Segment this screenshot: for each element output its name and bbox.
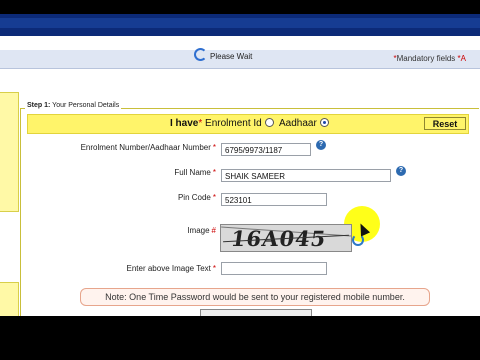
required-marker: * [212,264,216,273]
enrolment-label: Enrolment Number/Aadhaar Number * [40,143,216,152]
fullname-field[interactable]: SHAIK SAMEER [221,169,391,182]
image-label-text: Image [187,226,210,235]
pincode-label: Pin Code * [100,193,216,202]
fullname-label: Full Name * [100,168,216,177]
required-marker: * [212,143,216,152]
help-icon[interactable]: ? [316,140,326,150]
step-number: Step 1: [27,102,51,109]
step-title: Your Personal Details [50,102,120,109]
image-hash-marker: # [211,226,216,235]
otp-note: Note: One Time Password would be sent to… [80,288,430,306]
top-banner [0,14,480,36]
aadhaar-option-label: Aadhaar [278,118,317,129]
left-side-tab-upper: • • [0,92,19,212]
required-marker: * [198,118,203,129]
spinner-icon [194,48,207,61]
i-have-label: I have [170,118,199,129]
captcha-input-label-text: Enter above Image Text [126,264,211,273]
enrolment-label-text: Enrolment Number/Aadhaar Number [80,143,211,152]
required-marker: * [212,168,216,177]
top-banner-gradient [0,18,480,28]
captcha-input-label: Enter above Image Text * [80,264,216,273]
mandatory-label: Mandatory fields [396,54,456,63]
image-label: Image # [140,226,216,235]
pincode-label-text: Pin Code [177,193,211,202]
letterbox-bottom [0,316,480,360]
left-side-tab-lower [0,282,19,318]
reset-button[interactable]: Reset [424,117,466,130]
pincode-field[interactable]: 523101 [221,193,327,206]
enrolment-id-radio[interactable] [264,118,274,127]
aadhaar-radio[interactable] [319,118,329,127]
help-icon[interactable]: ? [396,166,406,176]
fullname-label-text: Full Name [174,168,211,177]
loading-indicator: Please Wait [194,48,252,61]
enrolment-field[interactable]: 6795/9973/1187 [221,143,311,156]
enrolment-id-option-label: Enrolment Id [205,118,262,129]
required-marker: * [212,193,216,202]
id-type-selector: I have* Enrolment Id Aadhaar [170,118,332,129]
mandatory-extra: *A [457,54,466,63]
captcha-image: 16A045 [220,224,352,252]
mandatory-note: *Mandatory fields *A [393,54,466,63]
panel-legend: Step 1: Your Personal Details [25,102,122,109]
captcha-input[interactable] [221,262,327,275]
please-wait-text: Please Wait [210,52,253,61]
